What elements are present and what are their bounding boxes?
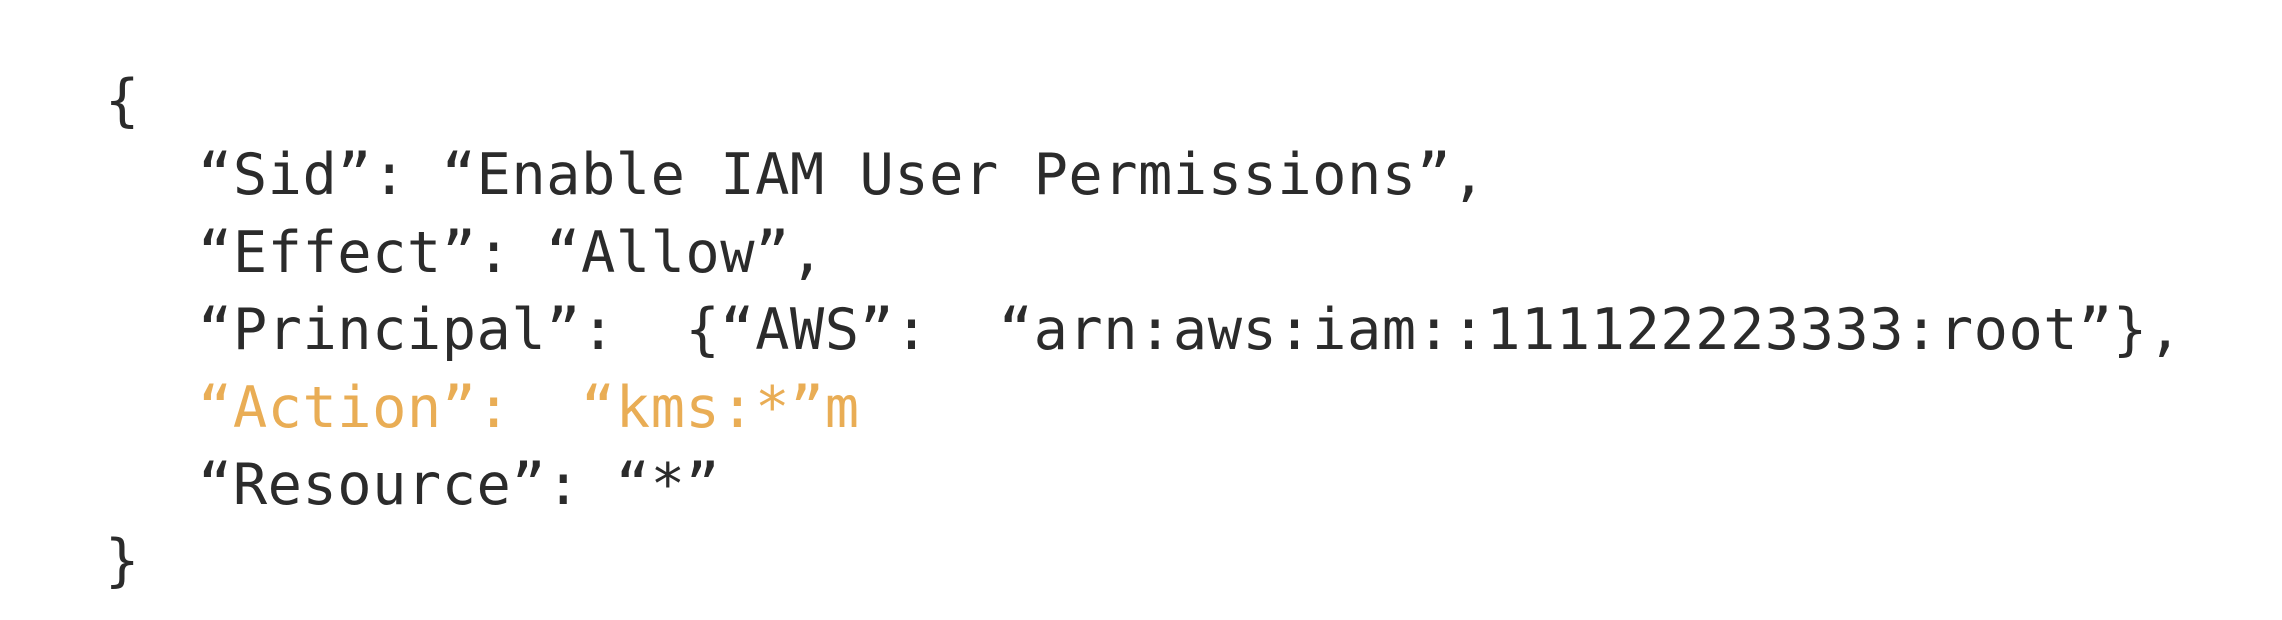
closing-brace: } xyxy=(105,528,140,594)
sid-line: “Sid”: “Enable IAM User Permissions”, xyxy=(198,142,1487,208)
action-line-highlighted: “Action”: “kms:*”m xyxy=(198,375,860,441)
opening-brace: { xyxy=(105,68,140,134)
principal-line: “Principal”: {“AWS”: “arn:aws:iam::11112… xyxy=(198,297,2183,363)
document-page: { “Sid”: “Enable IAM User Permissions”, … xyxy=(0,0,2282,620)
effect-line: “Effect”: “Allow”, xyxy=(198,220,825,286)
resource-line: “Resource”: “*” xyxy=(198,452,721,518)
json-policy-code-block: { “Sid”: “Enable IAM User Permissions”, … xyxy=(0,0,2282,620)
